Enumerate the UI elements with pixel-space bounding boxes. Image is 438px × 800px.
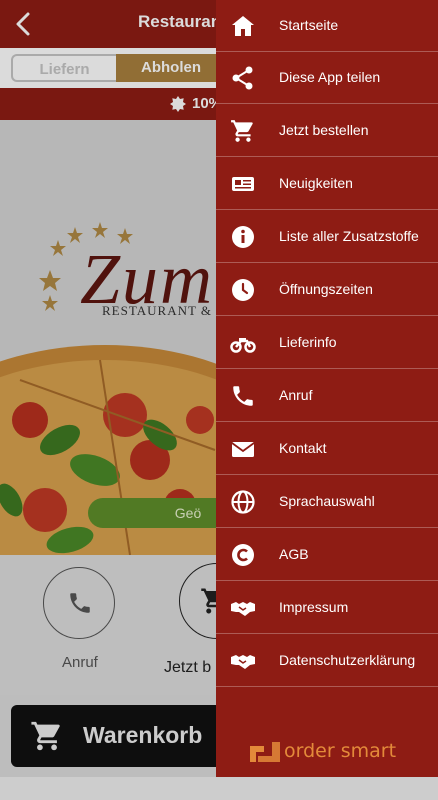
menu-item-label: Datenschutzerklärung — [279, 652, 416, 668]
info-icon — [232, 226, 254, 248]
menu-item-app-teilen[interactable]: Diese App teilen — [216, 52, 438, 104]
menu-item-label: Startseite — [279, 17, 339, 33]
menu-item-datenschutz[interactable]: Datenschutzerklärung — [216, 635, 438, 687]
order-smart-mark-icon — [250, 742, 280, 762]
menu-item-label: Anruf — [279, 387, 313, 403]
menu-item-label: Impressum — [279, 599, 349, 615]
menu-item-agb[interactable]: AGB — [216, 529, 438, 581]
menu-item-label: Diese App teilen — [279, 69, 381, 85]
handshake-icon — [231, 602, 255, 616]
menu-item-oeffnungszeiten[interactable]: Öffnungszeiten — [216, 264, 438, 316]
menu-item-label: Neuigkeiten — [279, 175, 353, 191]
menu-item-label: Sprachauswahl — [279, 493, 375, 509]
menu-item-label: Lieferinfo — [279, 334, 337, 350]
menu-item-label: AGB — [279, 546, 309, 562]
clock-icon — [232, 279, 254, 301]
share-icon — [232, 66, 253, 90]
menu-item-startseite[interactable]: Startseite — [216, 0, 438, 52]
side-menu: Startseite Diese App teilen Jetzt bestel… — [216, 0, 438, 777]
globe-icon — [231, 490, 255, 514]
envelope-icon — [231, 442, 255, 457]
motorcycle-icon — [230, 338, 256, 353]
menu-item-lieferinfo[interactable]: Lieferinfo — [216, 317, 438, 369]
menu-item-label: Jetzt bestellen — [279, 122, 369, 138]
menu-item-label: Öffnungszeiten — [279, 281, 373, 297]
newspaper-icon — [232, 177, 254, 191]
menu-item-kontakt[interactable]: Kontakt — [216, 423, 438, 475]
brand-name: order smart — [284, 740, 397, 762]
copyright-icon — [232, 544, 254, 566]
home-icon — [232, 16, 254, 36]
menu-item-impressum[interactable]: Impressum — [216, 582, 438, 634]
phone-icon — [233, 386, 253, 406]
menu-item-neuigkeiten[interactable]: Neuigkeiten — [216, 158, 438, 210]
cart-icon — [231, 120, 253, 142]
menu-item-anruf[interactable]: Anruf — [216, 370, 438, 422]
menu-item-label: Kontakt — [279, 440, 327, 456]
menu-item-label: Liste aller Zusatzstoffe — [279, 228, 419, 244]
handshake-icon — [231, 655, 255, 669]
menu-item-sprachauswahl[interactable]: Sprachauswahl — [216, 476, 438, 528]
menu-item-bestellen[interactable]: Jetzt bestellen — [216, 105, 438, 157]
menu-item-zusatzstoffe[interactable]: Liste aller Zusatzstoffe — [216, 211, 438, 263]
